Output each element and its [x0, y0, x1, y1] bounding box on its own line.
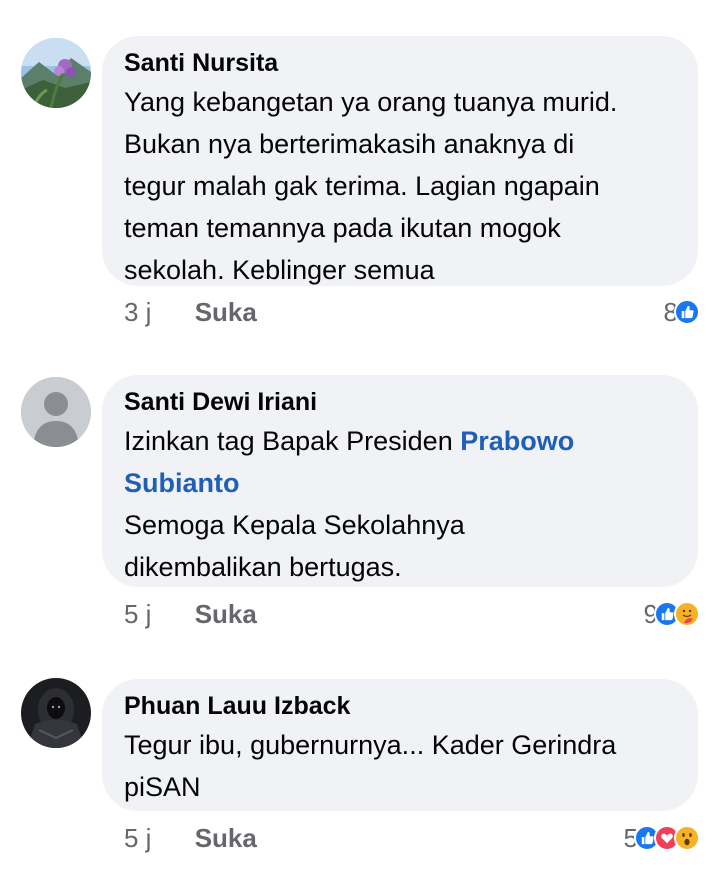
comment-line: tegur malah gak terima. Lagian ngapain: [124, 171, 600, 201]
default-avatar-icon: [21, 377, 91, 447]
comment-text: Tegur ibu, gubernurnya... Kader Gerindra…: [124, 724, 676, 808]
reactions-summary[interactable]: 8: [664, 295, 700, 329]
like-icon: [674, 299, 700, 325]
comment-line: Tegur ibu, gubernurnya... Kader Gerindra: [124, 730, 617, 760]
comment-meta: 5 j Suka: [124, 597, 257, 631]
comment-bubble: Santi Nursita Yang kebangetan ya orang t…: [102, 36, 698, 286]
comment-time[interactable]: 5 j: [124, 823, 151, 853]
comment-author[interactable]: Phuan Lauu Izback: [124, 691, 676, 721]
comment-line: Semoga Kepala Sekolahnya: [124, 510, 465, 540]
comment-author[interactable]: Santi Nursita: [124, 48, 676, 78]
comment-time[interactable]: 3 j: [124, 297, 151, 327]
comment-line: teman temannya pada ikutan mogok: [124, 213, 561, 243]
comment-line: piSAN: [124, 772, 201, 802]
comment-line: Yang kebangetan ya orang tuanya murid.: [124, 87, 618, 117]
comment-meta: 3 j Suka: [124, 295, 257, 329]
comment-line: sekolah. Keblinger semua: [124, 255, 435, 285]
reactions-summary[interactable]: 5: [624, 821, 700, 855]
wow-icon: [674, 825, 700, 851]
comment-bubble: Phuan Lauu Izback Tegur ibu, gubernurnya…: [102, 679, 698, 811]
like-button[interactable]: Suka: [195, 297, 257, 327]
mention-link[interactable]: Prabowo: [460, 426, 574, 456]
comment-line: Izinkan tag Bapak Presiden Prabowo: [124, 420, 676, 462]
avatar[interactable]: [21, 38, 91, 108]
comment-line: Subianto: [124, 462, 676, 504]
care-icon: [674, 601, 700, 627]
comment-text: Izinkan tag Bapak Presiden Prabowo Subia…: [124, 420, 676, 588]
reactions-summary[interactable]: 9: [644, 597, 700, 631]
comment-line: dikembalikan bertugas.: [124, 552, 402, 582]
like-button[interactable]: Suka: [195, 599, 257, 629]
comment-bubble: Santi Dewi Iriani Izinkan tag Bapak Pres…: [102, 375, 698, 587]
dark-figure-avatar-icon: [21, 678, 91, 748]
comment-text: Yang kebangetan ya orang tuanya murid. B…: [124, 81, 676, 291]
comment-time[interactable]: 5 j: [124, 599, 151, 629]
comment-text-prefix: Izinkan tag Bapak Presiden: [124, 426, 461, 456]
comment-meta: 5 j Suka: [124, 821, 257, 855]
mention-link[interactable]: Subianto: [124, 468, 240, 498]
avatar[interactable]: [21, 377, 91, 447]
like-button[interactable]: Suka: [195, 823, 257, 853]
comment-line: Bukan nya berterimakasih anaknya di: [124, 129, 575, 159]
avatar[interactable]: [21, 678, 91, 748]
comment-author[interactable]: Santi Dewi Iriani: [124, 387, 676, 417]
landscape-avatar-icon: [21, 38, 91, 108]
